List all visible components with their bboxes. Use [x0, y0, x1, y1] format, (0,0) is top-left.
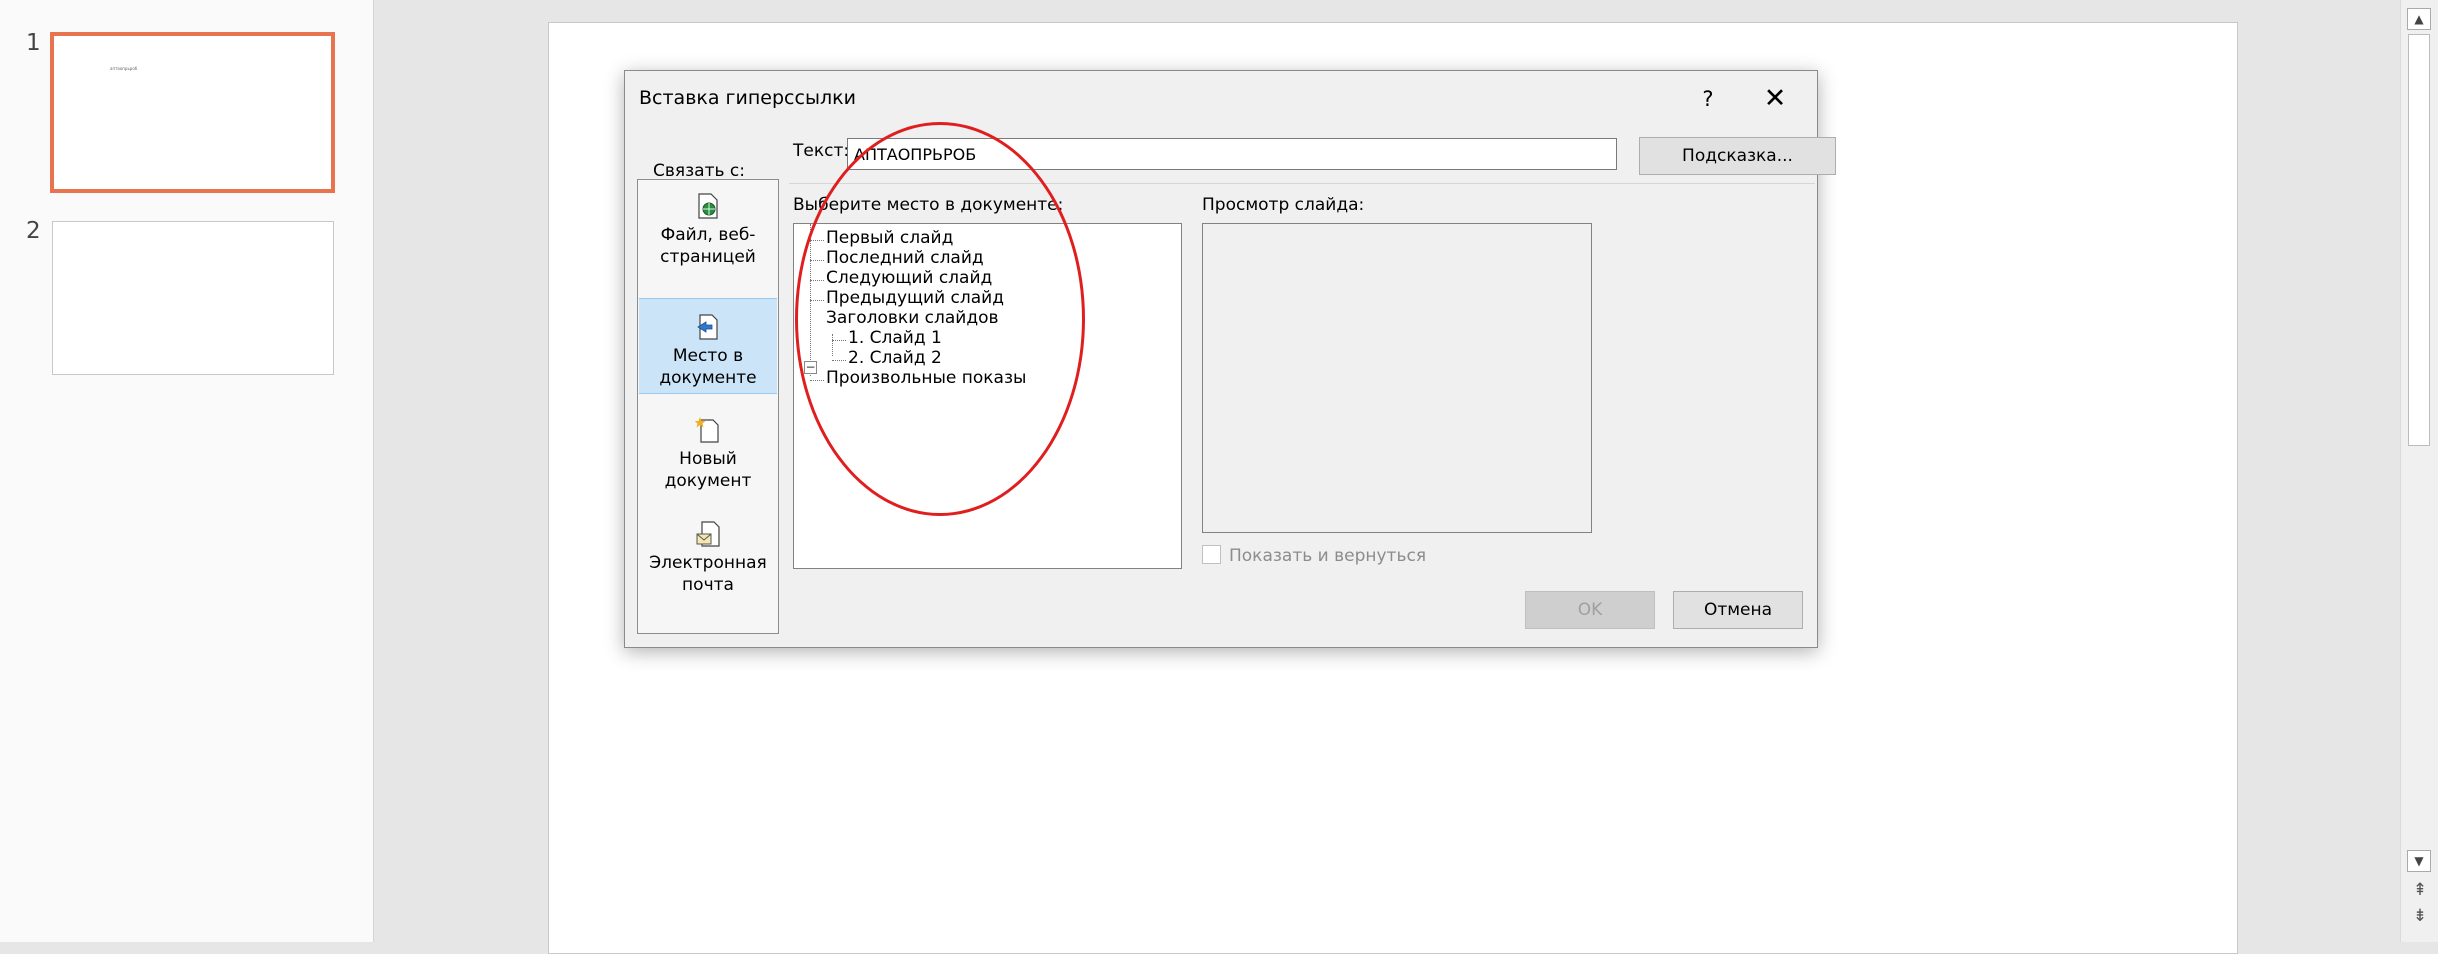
link-to-label: Связать с:	[653, 161, 745, 181]
tree-line	[832, 360, 846, 361]
help-button[interactable]: ?	[1691, 81, 1725, 117]
file-web-icon	[698, 193, 718, 219]
separator	[789, 183, 1815, 184]
tree-item-last[interactable]: Последний слайд	[826, 248, 984, 268]
text-label: Текст:	[793, 141, 850, 161]
scroll-up-button[interactable]: ▲	[2407, 8, 2431, 30]
link-file-web-label: Файл, веб-страницей	[660, 225, 756, 267]
email-icon	[696, 521, 720, 547]
tree-item-slide2[interactable]: 2. Слайд 2	[848, 348, 942, 368]
next-slide-icon[interactable]: ⇟	[2409, 906, 2431, 926]
checkbox-box[interactable]	[1202, 545, 1221, 564]
tree-line	[810, 380, 824, 381]
show-and-return-checkbox[interactable]: Показать и вернуться	[1202, 545, 1426, 566]
tree-line	[810, 300, 824, 301]
preview-label: Просмотр слайда:	[1202, 195, 1365, 215]
place-tree[interactable]: Первый слайд Последний слайд Следующий с…	[793, 223, 1182, 569]
slide-thumbnails-pane: 1 аптаопрьроб 2	[0, 0, 374, 942]
tree-line	[810, 240, 824, 241]
scroll-down-button[interactable]: ▼	[2407, 850, 2431, 872]
prev-slide-icon[interactable]: ⇞	[2409, 880, 2431, 900]
link-email[interactable]: Электронная почта	[639, 520, 777, 620]
collapse-icon[interactable]: −	[804, 361, 817, 374]
place-in-document-icon	[697, 314, 718, 340]
link-new-document-label: Новый документ	[664, 449, 752, 491]
ok-button[interactable]: OK	[1525, 591, 1655, 629]
insert-hyperlink-dialog: Вставка гиперссылки ? ✕ Связать с: Файл,…	[624, 70, 1836, 648]
link-email-label: Электронная почта	[649, 553, 767, 595]
link-file-web[interactable]: Файл, веб-страницей	[639, 192, 777, 282]
text-input[interactable]	[847, 138, 1617, 170]
new-document-icon	[695, 417, 719, 443]
scrollbar-thumb[interactable]	[2408, 34, 2430, 446]
tree-item-custom[interactable]: Произвольные показы	[826, 368, 1026, 388]
tree-line	[832, 340, 846, 341]
thumb-number-2: 2	[26, 218, 41, 244]
vertical-scrollbar[interactable]: ▲ ▼ ⇞ ⇟	[2400, 0, 2438, 942]
close-button[interactable]: ✕	[1755, 81, 1795, 117]
tree-line	[810, 280, 824, 281]
thumb1-snippet: аптаопрьроб	[110, 66, 138, 71]
link-place-label: Место в документе	[659, 346, 757, 388]
show-return-label: Показать и вернуться	[1229, 546, 1427, 566]
link-place-in-document[interactable]: Место в документе	[639, 298, 777, 394]
link-to-bar: Файл, веб-страницей Место в документе Но…	[637, 179, 779, 634]
dialog-title: Вставка гиперссылки	[639, 87, 856, 109]
slide-thumbnail-1[interactable]: аптаопрьроб	[50, 32, 335, 193]
hint-button[interactable]: Подсказка...	[1639, 137, 1836, 175]
thumb-number-1: 1	[26, 30, 41, 56]
link-new-document[interactable]: Новый документ	[639, 416, 777, 506]
tree-item-next[interactable]: Следующий слайд	[826, 268, 992, 288]
tree-item-prev[interactable]: Предыдущий слайд	[826, 288, 1004, 308]
tree-line	[832, 334, 833, 356]
tree-item-first[interactable]: Первый слайд	[826, 228, 953, 248]
tree-item-slide1[interactable]: 1. Слайд 1	[848, 328, 942, 348]
place-label: Выберите место в документе:	[793, 195, 1064, 215]
cancel-button[interactable]: Отмена	[1673, 591, 1803, 629]
tree-item-titles[interactable]: Заголовки слайдов	[826, 308, 999, 328]
tree-line	[810, 260, 824, 261]
slide-thumbnail-2[interactable]	[52, 221, 334, 375]
slide-preview	[1202, 223, 1592, 533]
